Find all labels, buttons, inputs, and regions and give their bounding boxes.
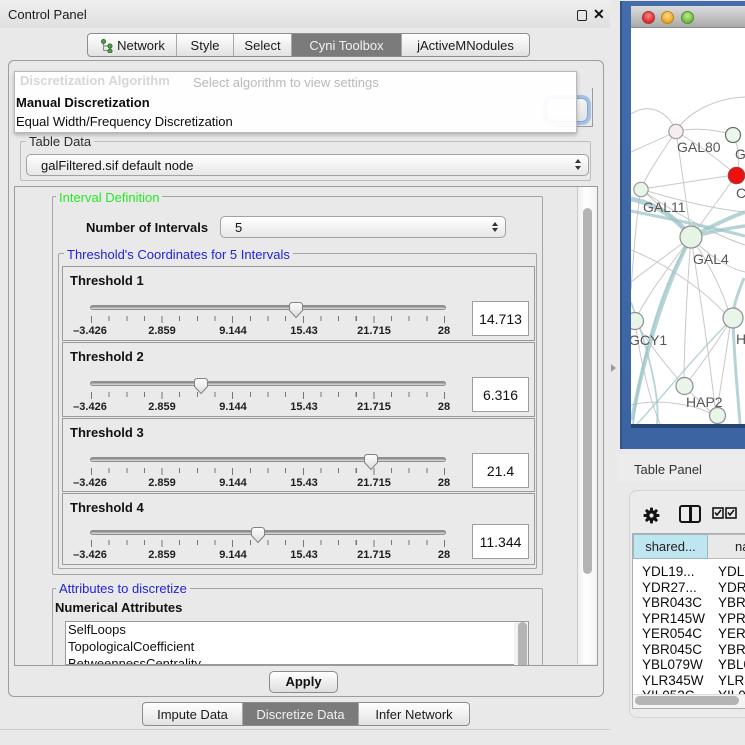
svg-text:H: H [736, 331, 745, 347]
svg-text:HAP2: HAP2 [686, 394, 723, 410]
svg-text:GAL4: GAL4 [693, 251, 729, 267]
svg-text:GAL11: GAL11 [643, 199, 686, 215]
svg-text:G.: G. [735, 146, 745, 162]
svg-text:GAL80: GAL80 [677, 139, 721, 155]
svg-text:C: C [736, 185, 745, 201]
svg-text:GCY1: GCY1 [631, 332, 667, 348]
